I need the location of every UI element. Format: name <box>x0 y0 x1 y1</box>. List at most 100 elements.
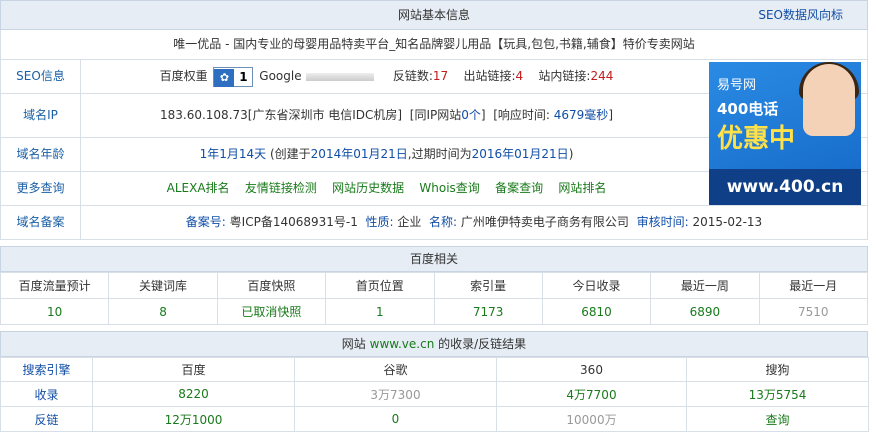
ip-value: 183.60.108.73[广东省深圳市 电信IDC机房] <box>159 108 403 122</box>
backlinks-count[interactable]: 17 <box>433 69 448 83</box>
baidu-month-value[interactable]: 7510 <box>758 298 869 325</box>
index-google-value[interactable]: 3万7300 <box>294 381 497 407</box>
index-domain-link[interactable]: www.ve.cn <box>370 337 435 351</box>
index-table: 搜索引擎 百度 谷歌 360 搜狗 收录 8220 3万7300 4万7700 … <box>0 357 869 432</box>
baidu-week-value[interactable]: 6890 <box>650 298 760 325</box>
index-360-value[interactable]: 4万7700 <box>496 381 687 407</box>
seo-info-label: SEO信息 <box>1 60 81 93</box>
ad-model-face <box>803 64 855 136</box>
baidu-header-month: 最近一月 <box>758 272 869 299</box>
created-date: 2014年01月21日 <box>310 147 408 161</box>
icp-content: 备案号: 粤ICP备14068931号-1 性质: 企业 名称: 广州唯伊特卖电… <box>81 206 867 239</box>
baidu-today-value[interactable]: 6810 <box>541 298 652 325</box>
site-description: 唯一优品 - 国内专业的母婴用品特卖平台_知名品牌婴儿用品【玩具,包包,书籍,辅… <box>173 37 695 51</box>
more-queries-content: ALEXA排名 友情链接检测 网站历史数据 Whois查询 备案查询 网站排名 <box>81 172 692 205</box>
icp-name: 广州唯伊特卖电子商务有限公司 <box>460 215 629 229</box>
icp-name-label: 名称: <box>429 215 458 229</box>
outlinks-label: 出站链接: <box>463 69 516 83</box>
icp-row: 域名备案 备案号: 粤ICP备14068931号-1 性质: 企业 名称: 广州… <box>0 206 868 240</box>
baidu-weight-value: 1 <box>239 69 248 84</box>
index-header-google: 谷歌 <box>294 357 497 382</box>
baidu-values-row: 10 8 已取消快照 1 7173 6810 6890 7510 <box>0 298 869 325</box>
backlink-baidu-value[interactable]: 12万1000 <box>92 406 295 432</box>
index-header-row: 搜索引擎 百度 谷歌 360 搜狗 <box>0 357 869 382</box>
domain-age-label: 域名年龄 <box>1 138 81 171</box>
baidu-keywords-value[interactable]: 8 <box>108 298 218 325</box>
baidu-header-index: 索引量 <box>433 272 543 299</box>
index-section-header: 网站 www.ve.cn 的收录/反链结果 <box>0 331 868 357</box>
more-queries-label: 更多查询 <box>1 172 81 205</box>
backlink-360-value[interactable]: 10000万 <box>496 406 687 432</box>
response-time: 4679毫秒 <box>553 108 609 122</box>
index-baidu-value[interactable]: 8220 <box>92 381 295 407</box>
baidu-table: 百度流量预计 关键词库 百度快照 首页位置 索引量 今日收录 最近一周 最近一月… <box>0 272 869 325</box>
icp-nature: 企业 <box>397 215 422 229</box>
domain-ip-content: 183.60.108.73[广东省深圳市 电信IDC机房] [同IP网站0个] … <box>81 94 692 137</box>
domain-age-content: 1年1月14天 (创建于2014年01月21日,过期时间为2016年01月21日… <box>81 138 692 171</box>
index-row-label: 收录 <box>0 381 93 407</box>
seo-info-content: 百度权重 ✿ 1 Google 反链数:17 出站链接:4 站内链接:244 <box>81 60 692 93</box>
baidu-header-snapshot: 百度快照 <box>216 272 327 299</box>
ad-url: www.400.cn <box>709 169 861 205</box>
ad-tel: 400电话 <box>717 100 779 118</box>
site-description-row: 唯一优品 - 国内专业的母婴用品特卖平台_知名品牌婴儿用品【玩具,包包,书籍,辅… <box>0 30 868 60</box>
seo-trend-link[interactable]: SEO数据风向标 <box>758 1 843 29</box>
created-prefix: (创建于 <box>269 147 311 161</box>
inlinks-count[interactable]: 244 <box>590 69 613 83</box>
basic-info-header: 网站基本信息 SEO数据风向标 <box>0 0 868 30</box>
backlinks-label: 反链数: <box>392 69 433 83</box>
backlink-google-value[interactable]: 0 <box>294 406 497 432</box>
friend-link-check-link[interactable]: 友情链接检测 <box>245 181 317 195</box>
same-ip-prefix: [同IP网站 <box>409 108 462 122</box>
ad-banner[interactable]: 易号网 400电话 优惠中 www.400.cn <box>709 62 861 205</box>
baidu-weight-badge[interactable]: ✿ 1 <box>213 66 254 87</box>
response-suffix: ] <box>608 108 613 122</box>
icp-label: 域名备案 <box>1 206 81 239</box>
page: 网站基本信息 SEO数据风向标 唯一优品 - 国内专业的母婴用品特卖平台_知名品… <box>0 0 876 433</box>
baidu-traffic-value[interactable]: 10 <box>0 298 110 325</box>
icp-date-label: 审核时间: <box>636 215 689 229</box>
baidu-section-title: 百度相关 <box>409 252 458 266</box>
baidu-homepage-value: 1 <box>325 298 435 325</box>
ad-logo: 易号网 <box>717 78 757 93</box>
basic-info-title: 网站基本信息 <box>397 8 470 22</box>
same-ip-suffix: ] <box>480 108 486 122</box>
baidu-header-homepage: 首页位置 <box>325 272 435 299</box>
paw-icon: ✿ <box>214 68 235 87</box>
index-title-suffix: 的收录/反链结果 <box>438 337 527 351</box>
baidu-section-header: 百度相关 <box>0 246 868 272</box>
index-header-360: 360 <box>496 357 687 382</box>
backlink-row-label: 反链 <box>0 406 93 432</box>
ad-promo: 优惠中 <box>717 124 796 154</box>
icp-nature-label: 性质: <box>365 215 394 229</box>
baidu-header-keywords: 关键词库 <box>108 272 218 299</box>
age-suffix: ) <box>568 147 574 161</box>
baidu-header-row: 百度流量预计 关键词库 百度快照 首页位置 索引量 今日收录 最近一周 最近一月 <box>0 272 869 299</box>
whois-query-link[interactable]: Whois查询 <box>419 181 479 195</box>
inlinks-label: 站内链接: <box>538 69 591 83</box>
backlink-sogou-query-link[interactable]: 查询 <box>686 406 869 432</box>
index-sogou-value[interactable]: 13万5754 <box>686 381 869 407</box>
expire-date: 2016年01月21日 <box>471 147 569 161</box>
google-pr-bar <box>305 72 374 81</box>
icp-query-link[interactable]: 备案查询 <box>495 181 543 195</box>
index-title-prefix: 网站 <box>341 337 366 351</box>
expire-prefix: ,过期时间为 <box>407 147 472 161</box>
outlinks-count[interactable]: 4 <box>516 69 524 83</box>
baidu-header-today: 今日收录 <box>541 272 652 299</box>
icp-no: 粤ICP备14068931号-1 <box>229 215 358 229</box>
site-rank-link[interactable]: 网站排名 <box>558 181 606 195</box>
same-ip-count[interactable]: 0个 <box>461 108 481 122</box>
backlink-row: 反链 12万1000 0 10000万 查询 <box>0 406 869 432</box>
domain-ip-label: 域名IP <box>1 94 81 137</box>
site-history-link[interactable]: 网站历史数据 <box>332 181 404 195</box>
index-header-baidu: 百度 <box>92 357 295 382</box>
baidu-weight-label: 百度权重 <box>159 69 208 83</box>
baidu-snapshot-value[interactable]: 已取消快照 <box>216 298 327 325</box>
icp-date: 2015-02-13 <box>692 215 763 229</box>
google-label: Google <box>259 69 302 83</box>
index-header-sogou: 搜狗 <box>686 357 869 382</box>
baidu-index-value: 7173 <box>433 298 543 325</box>
baidu-header-week: 最近一周 <box>650 272 760 299</box>
alexa-rank-link[interactable]: ALEXA排名 <box>167 181 230 195</box>
